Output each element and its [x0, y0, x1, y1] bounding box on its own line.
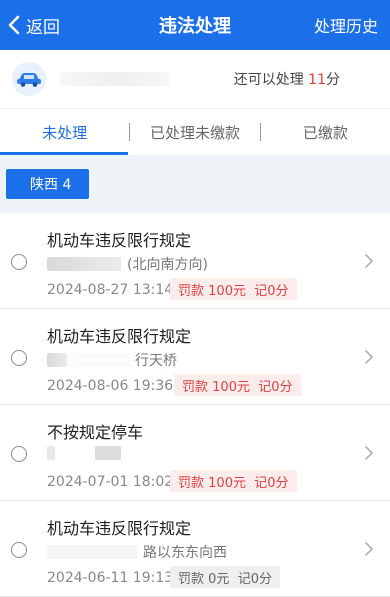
back-button[interactable]: 返回: [0, 0, 60, 50]
fine-amount: 100元: [208, 475, 246, 491]
location-text: 行天桥: [135, 353, 177, 369]
violation-title: 不按规定停车: [47, 423, 144, 442]
violation-title: 机动车违反限行规定: [47, 231, 192, 250]
status-tabs: 未处理 已处理未缴款 已缴款: [0, 109, 390, 155]
fine-badge: 罚款 0元 记0分: [170, 566, 280, 588]
fine-points: 记0分: [237, 571, 272, 587]
fine-points: 记0分: [254, 283, 289, 299]
fine-amount: 100元: [208, 283, 246, 299]
fine-label: 罚款: [178, 571, 205, 587]
violation-date: 2024-07-01 18:02: [47, 474, 174, 490]
plate-number-redacted: [60, 72, 170, 86]
remain-count: 11: [308, 72, 326, 88]
fine-points: 记0分: [254, 475, 289, 491]
select-radio[interactable]: [11, 446, 27, 462]
violation-date: 2024-08-27 13:14: [47, 282, 174, 298]
violation-location: [47, 446, 127, 460]
location-redacted: [47, 257, 121, 271]
violation-title: 机动车违反限行规定: [47, 519, 192, 538]
location-redacted: [73, 353, 129, 367]
location-redacted: [47, 446, 55, 460]
history-button[interactable]: 处理历史: [314, 13, 390, 37]
tab-paid[interactable]: 已缴款: [261, 109, 390, 155]
violation-title: 机动车违反限行规定: [47, 327, 192, 346]
location-redacted: [95, 446, 121, 460]
fine-label: 罚款: [178, 475, 205, 491]
back-label: 返回: [26, 17, 60, 38]
violation-item[interactable]: 机动车违反限行规定 路以东东向西 2024-06-11 19:13 罚款 0元 …: [0, 501, 390, 597]
chevron-right-icon: [365, 254, 374, 268]
tab-unprocessed[interactable]: 未处理: [0, 109, 129, 155]
select-radio[interactable]: [11, 542, 27, 558]
location-redacted: [47, 545, 137, 559]
fine-badge: 罚款 100元 记0分: [170, 278, 297, 300]
remaining-points: 还可以处理 11分: [234, 69, 340, 89]
fine-badge: 罚款 100元 记0分: [170, 470, 297, 492]
car-icon: [12, 62, 46, 96]
location-text: 路以东东向西: [143, 545, 227, 561]
violation-item[interactable]: 不按规定停车 2024-07-01 18:02 罚款 100元 记0分: [0, 405, 390, 501]
chevron-left-icon: [8, 15, 20, 35]
fine-badge: 罚款 100元 记0分: [174, 374, 301, 396]
header-bar: 返回 违法处理 处理历史: [0, 0, 390, 50]
violation-list: 机动车违反限行规定 (北向南方向) 2024-08-27 13:14 罚款 10…: [0, 213, 390, 597]
location-text: (北向南方向): [127, 257, 208, 273]
select-radio[interactable]: [11, 254, 27, 270]
violation-item[interactable]: 机动车违反限行规定 (北向南方向) 2024-08-27 13:14 罚款 10…: [0, 213, 390, 309]
chevron-right-icon: [365, 446, 374, 460]
select-radio[interactable]: [11, 350, 27, 366]
vehicle-summary: 还可以处理 11分: [0, 50, 390, 109]
violation-date: 2024-06-11 19:13: [47, 570, 174, 586]
plate-chip[interactable]: 陕西 4: [6, 169, 90, 199]
fine-label: 罚款: [178, 283, 205, 299]
remain-unit: 分: [326, 72, 340, 88]
fine-label: 罚款: [182, 379, 209, 395]
violation-location: (北向南方向): [47, 254, 208, 274]
fine-points: 记0分: [258, 379, 293, 395]
tab-processed-unpaid[interactable]: 已处理未缴款: [130, 109, 259, 155]
violation-location: 路以东东向西: [47, 542, 227, 562]
chevron-right-icon: [365, 542, 374, 556]
plate-filter-area: 陕西 4: [0, 155, 390, 213]
violation-location: 行天桥: [47, 350, 177, 370]
location-redacted: [47, 353, 67, 367]
fine-amount: 0元: [208, 571, 230, 587]
remain-prefix: 还可以处理: [233, 72, 304, 88]
chevron-right-icon: [365, 350, 374, 364]
violation-date: 2024-08-06 19:36: [47, 378, 174, 394]
violation-item[interactable]: 机动车违反限行规定 行天桥 2024-08-06 19:36 罚款 100元 记…: [0, 309, 390, 405]
fine-amount: 100元: [212, 379, 250, 395]
